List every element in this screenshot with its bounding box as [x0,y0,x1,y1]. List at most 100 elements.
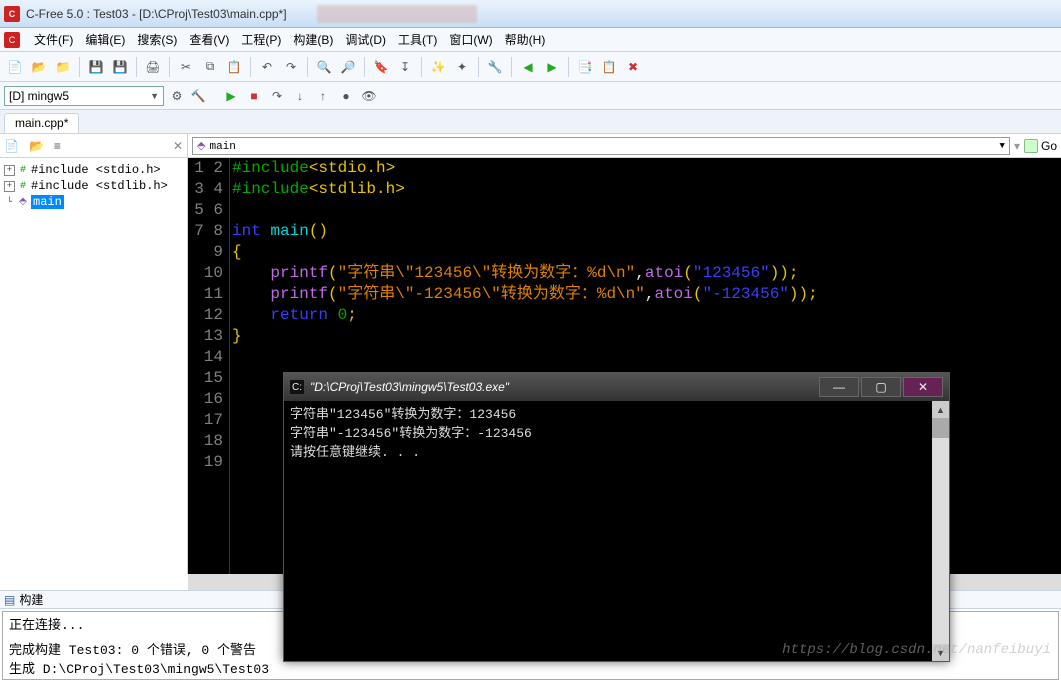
find-in-files-button[interactable]: 🔎 [337,56,359,78]
scroll-up-icon[interactable]: ▲ [932,401,949,418]
wrench-button[interactable]: 🔧 [484,56,506,78]
func-icon: ⬘ [17,196,29,208]
app-menu-icon: C [4,32,20,48]
menu-search[interactable]: 搜索(S) [131,29,183,50]
cut-button[interactable]: ✂ [175,56,197,78]
console-window[interactable]: C: "D:\CProj\Test03\mingw5\Test03.exe" —… [283,372,950,662]
class-view-icon[interactable]: 📂 [29,139,44,153]
separator [169,57,170,77]
maximize-button[interactable]: ▢ [861,377,901,397]
main-toolbar: 📄 📂 📁 💾 💾 🖨 ✂ ⧉ 📋 ↶ ↷ 🔍 🔎 🔖 ↧ ✨ ✦ 🔧 ◀ ▶ … [0,52,1061,82]
scroll-thumb[interactable] [932,418,949,438]
symbol-tree[interactable]: + # #include <stdio.h> + # #include <std… [0,158,187,214]
forward-button[interactable]: ▶ [541,56,563,78]
new-file-button[interactable]: 📄 [4,56,26,78]
cancel-button[interactable]: ✖ [622,56,644,78]
watch-button[interactable]: 👁 [359,86,379,106]
console-title: "D:\CProj\Test03\mingw5\Test03.exe" [310,380,817,394]
background-tab [317,5,477,23]
menu-file[interactable]: 文件(F) [28,29,79,50]
separator [79,57,80,77]
symbol-view-icon[interactable]: ≡ [54,139,61,153]
tab-main-cpp[interactable]: main.cpp* [4,113,79,133]
step-over-button[interactable]: ↷ [267,86,287,106]
step-into-button[interactable]: ↓ [290,86,310,106]
menu-edit[interactable]: 编辑(E) [79,29,131,50]
wand-button[interactable]: ✨ [427,56,449,78]
build-header-label: 构建 [19,591,43,608]
undo-button[interactable]: ↶ [256,56,278,78]
class-button[interactable]: 📑 [574,56,596,78]
tree-node-include1[interactable]: + # #include <stdio.h> [4,162,183,178]
compiler-label: [D] mingw5 [9,89,69,103]
bookmark-button[interactable]: 🔖 [370,56,392,78]
menu-bar: C 文件(F) 编辑(E) 搜索(S) 查看(V) 工程(P) 构建(B) 调试… [0,28,1061,52]
separator: ▾ [1014,139,1020,153]
dropdown-icon: ▼ [1000,141,1005,151]
build-icon[interactable]: 🔨 [189,87,207,105]
dropdown-icon: ▼ [150,91,159,101]
separator [307,57,308,77]
compile-icon[interactable]: ⚙ [168,87,186,105]
open-project-button[interactable]: 📁 [52,56,74,78]
compiler-toolbar: [D] mingw5 ▼ ⚙ 🔨 ▶ ■ ↷ ↓ ↑ ● 👁 [0,82,1061,110]
back-button[interactable]: ◀ [517,56,539,78]
separator [568,57,569,77]
separator [136,57,137,77]
separator [364,57,365,77]
redo-button[interactable]: ↷ [280,56,302,78]
tree-label: #include <stdlib.h> [31,179,168,193]
separator [511,57,512,77]
console-scrollbar[interactable]: ▲ ▼ [932,401,949,661]
menu-tools[interactable]: 工具(T) [392,29,443,50]
hash-icon: # [17,180,29,192]
find-button[interactable]: 🔍 [313,56,335,78]
function-nav-bar: ⬘ main ▼ ▾ Go [188,134,1061,158]
compiler-select[interactable]: [D] mingw5 ▼ [4,86,164,106]
open-button[interactable]: 📂 [28,56,50,78]
window-titlebar: C C-Free 5.0 : Test03 - [D:\CProj\Test03… [0,0,1061,28]
console-titlebar[interactable]: C: "D:\CProj\Test03\mingw5\Test03.exe" —… [284,373,949,401]
file-view-icon[interactable]: 📄 [4,139,19,153]
close-pane-icon[interactable]: ✕ [173,139,183,153]
menu-view[interactable]: 查看(V) [183,29,235,50]
wand2-button[interactable]: ✦ [451,56,473,78]
go-icon [1024,139,1038,153]
breakpoint-button[interactable]: ● [336,86,356,106]
editor-tabstrip: main.cpp* [0,110,1061,134]
func-icon: ⬘ [197,141,205,153]
go-button[interactable]: Go [1024,139,1057,153]
menu-debug[interactable]: 调试(D) [339,29,392,50]
separator [250,57,251,77]
build-icon: ▤ [4,593,15,607]
step-out-button[interactable]: ↑ [313,86,333,106]
menu-help[interactable]: 帮助(H) [499,29,552,50]
tree-label: #include <stdio.h> [31,163,161,177]
console-output[interactable]: 字符串"123456"转换为数字：123456 字符串"-123456"转换为数… [284,401,932,661]
leaf-icon: └ [4,197,15,208]
window-title: C-Free 5.0 : Test03 - [D:\CProj\Test03\m… [26,7,287,21]
print-button[interactable]: 🖨 [142,56,164,78]
function-select[interactable]: ⬘ main ▼ [192,137,1010,155]
menu-window[interactable]: 窗口(W) [443,29,498,50]
copy-button[interactable]: ⧉ [199,56,221,78]
save-button[interactable]: 💾 [85,56,107,78]
stop-button[interactable]: ■ [244,86,264,106]
run-button[interactable]: ▶ [221,86,241,106]
console-icon: C: [290,380,304,394]
func-label: main [209,141,235,153]
hash-icon: # [17,164,29,176]
paste-button[interactable]: 📋 [223,56,245,78]
menu-project[interactable]: 工程(P) [235,29,287,50]
menu-build[interactable]: 构建(B) [287,29,339,50]
tree-label-selected: main [31,195,64,209]
save-all-button[interactable]: 💾 [109,56,131,78]
bookmark-next-button[interactable]: ↧ [394,56,416,78]
expand-icon[interactable]: + [4,165,15,176]
symbol-button[interactable]: 📋 [598,56,620,78]
expand-icon[interactable]: + [4,181,15,192]
close-button[interactable]: ✕ [903,377,943,397]
tree-node-main[interactable]: └ ⬘ main [4,194,183,210]
minimize-button[interactable]: — [819,377,859,397]
tree-node-include2[interactable]: + # #include <stdlib.h> [4,178,183,194]
